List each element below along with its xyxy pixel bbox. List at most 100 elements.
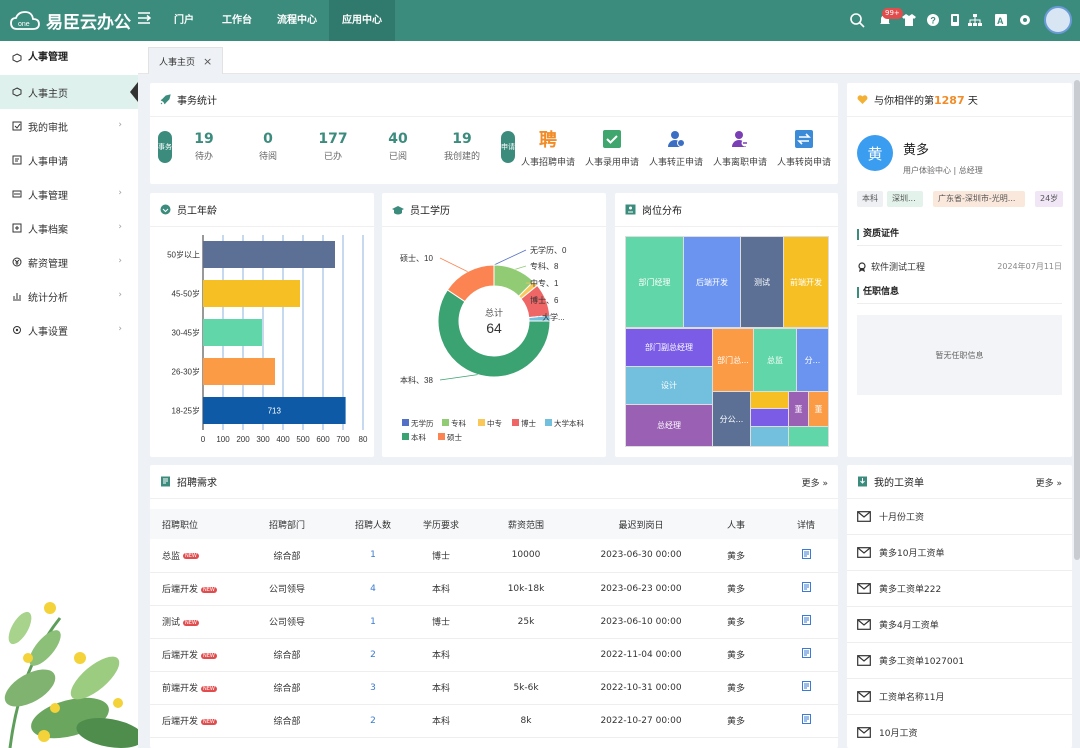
detail-doc-icon[interactable] [801,615,811,625]
treemap-cell[interactable] [751,427,788,446]
help-icon[interactable]: ? [924,11,942,29]
treemap-cell[interactable]: 董 [809,392,828,426]
treemap-cell[interactable]: 设计 [626,367,712,404]
stat-todo[interactable]: 19 待办 [176,131,232,162]
treemap-cell[interactable] [789,427,828,446]
cell-count[interactable]: 1 [332,605,414,639]
profile-avatar[interactable]: 黄 [857,135,893,171]
salary-more-link[interactable]: 更多 » [1036,476,1062,489]
menu-toggle-icon[interactable] [137,11,151,25]
page-tab-hr-home[interactable]: 人事主页 × [148,47,224,74]
treemap-cell[interactable] [751,409,788,426]
sidebar-item-my-approval[interactable]: 我的审批 › [0,109,138,143]
cell-count[interactable]: 3 [332,671,414,705]
detail-doc-icon[interactable] [801,648,811,658]
stat-done[interactable]: 177 已办 [305,131,361,162]
sidebar-item-hr-manage[interactable]: 人事管理 › [0,177,138,211]
sidebar-item-hr-settings[interactable]: 人事设置 › [0,313,138,347]
cell-count[interactable]: 4 [332,572,414,606]
cell-count[interactable]: 2 [332,638,414,672]
cell-detail[interactable] [774,704,838,738]
cell-count[interactable]: 1 [332,539,414,573]
close-icon[interactable]: × [203,55,212,68]
nav-tab-workbench[interactable]: 工作台 [210,0,264,41]
sidebar-item-hr-apply[interactable]: 人事申请 [0,143,138,177]
salary-list-item[interactable]: 十月份工资 [847,499,1072,535]
app-transfer-apply[interactable]: 人事转岗申请 [772,127,836,168]
app-hire-apply[interactable]: 人事录用申请 [580,127,644,168]
legend-label[interactable]: 本科 [411,432,426,442]
user-avatar[interactable] [1044,6,1072,34]
treemap-cell[interactable] [751,392,788,408]
treemap-cell[interactable]: 总经理 [626,405,712,446]
bar[interactable] [203,241,335,268]
cell-position: 前端开发 NEW [150,671,242,705]
org-chart-icon[interactable] [966,11,984,29]
treemap-cell[interactable]: 部门总... [713,329,753,391]
cell-detail[interactable] [774,605,838,639]
salary-list-item[interactable]: 黄多工资单222 [847,571,1072,607]
sidebar-item-statistics[interactable]: 统计分析 › [0,279,138,313]
treemap-cell[interactable]: 分公... [713,392,750,446]
detail-doc-icon[interactable] [801,548,811,559]
legend-label[interactable]: 中专 [487,418,502,428]
cell-detail[interactable] [774,539,838,573]
bar[interactable] [203,280,300,307]
position-text: 测试 [162,618,181,628]
nav-tab-process-center[interactable]: 流程中心 [266,0,328,41]
legend-label[interactable]: 专科 [451,418,466,428]
salary-list-item[interactable]: 黄多工资单1027001 [847,643,1072,679]
treemap-cell[interactable]: 后端开发 [684,237,740,327]
cert-section-title: 资质证件 [857,229,899,240]
legend-label[interactable]: 无学历 [411,418,434,428]
app-regular-apply[interactable]: 人事转正申请 [644,127,708,168]
mobile-icon[interactable] [946,11,964,29]
nav-tab-portal[interactable]: 门户 [160,0,208,41]
salary-list-item[interactable]: 黄多4月工资单 [847,607,1072,643]
stat-to-read[interactable]: 0 待阅 [240,131,296,162]
salary-list-item[interactable]: 10月工资 [847,715,1072,748]
cell-detail[interactable] [774,638,838,672]
treemap-cell[interactable]: 测试 [741,237,783,327]
cell-detail[interactable] [774,671,838,705]
sidebar-item-hr-home[interactable]: 人事主页 [0,75,138,109]
bar[interactable] [203,319,262,346]
app-recruit-apply[interactable]: 聘 人事招聘申请 [516,127,580,168]
stat-created[interactable]: 19 我创建的 [434,131,490,162]
salary-list-item[interactable]: 工资单名称11月 [847,679,1072,715]
sidebar-item-label: 人事管理 [28,190,68,202]
app-logo[interactable]: one 易臣云办公 [10,8,131,33]
treemap-cell[interactable]: 董 [789,392,808,426]
nav-tab-app-center[interactable]: 应用中心 [329,0,395,41]
treemap-cell[interactable]: 分... [797,329,828,391]
legend-label[interactable]: 博士 [521,418,536,428]
treemap-cell[interactable]: 总监 [754,329,796,391]
stat-read[interactable]: 40 已阅 [370,131,426,162]
treemap-cell[interactable]: 部门副总经理 [626,329,712,366]
detail-doc-icon[interactable] [801,714,811,724]
cell-count[interactable]: 2 [332,704,414,738]
education-donut-chart: 无学历、0专科、8中专、1博士、6大学...本科、38硕士、10总计64无学历专… [400,245,584,442]
bar[interactable] [203,358,275,385]
legend-label[interactable]: 大学本科 [554,418,584,428]
app-leave-apply[interactable]: 人事离职申请 [708,127,772,168]
cell-detail[interactable] [774,572,838,606]
treemap-cell-label: 前端开发 [790,277,822,287]
settings-icon[interactable] [1016,11,1034,29]
recruit-more-link[interactable]: 更多 » [802,476,828,489]
shirt-icon[interactable] [900,11,918,29]
legend-label[interactable]: 硕士 [447,432,462,442]
translate-icon[interactable]: A [992,11,1010,29]
sidebar-item-salary-manage[interactable]: 薪资管理 › [0,245,138,279]
heart-badge-icon [160,204,171,215]
sidebar-item-hr-archive[interactable]: 人事档案 › [0,211,138,245]
search-icon[interactable] [848,11,866,29]
app-label: 人事招聘申请 [520,158,575,168]
treemap-cell[interactable]: 部门经理 [626,237,683,327]
treemap-cell[interactable]: 前端开发 [784,237,828,327]
detail-doc-icon[interactable] [801,582,811,592]
cert-row[interactable]: 软件测试工程 2024年07月11日 [857,260,1062,273]
detail-doc-icon[interactable] [801,681,811,691]
page-scrollbar[interactable] [1074,80,1080,560]
salary-list-item[interactable]: 黄多10月工资单 [847,535,1072,571]
